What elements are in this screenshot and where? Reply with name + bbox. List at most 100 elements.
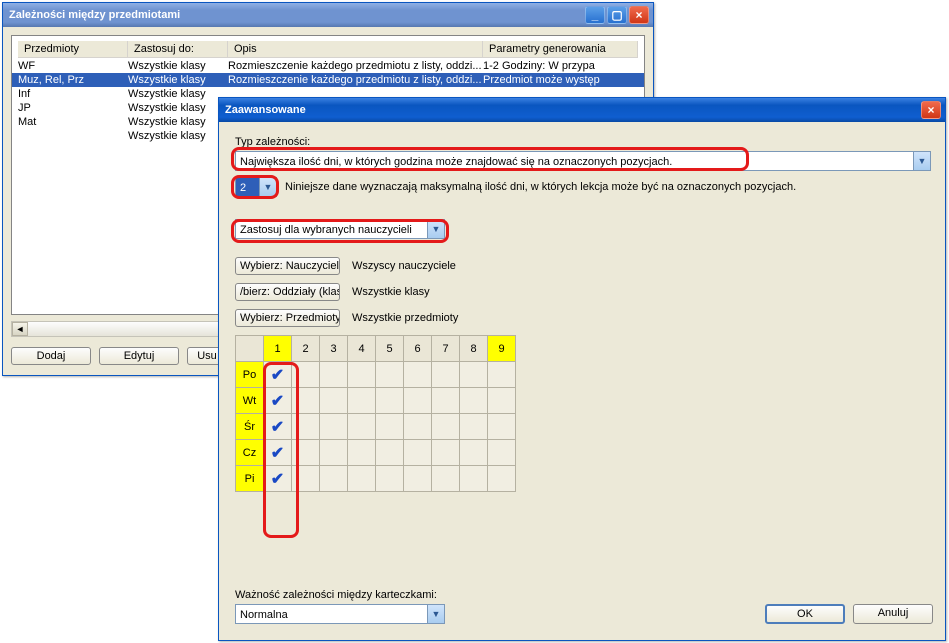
grid-cell[interactable]	[348, 414, 376, 440]
grid-cell[interactable]	[432, 440, 460, 466]
grid-cell[interactable]	[460, 440, 488, 466]
grid-cell[interactable]	[376, 414, 404, 440]
grid-day-header[interactable]: Śr	[236, 414, 264, 440]
grid-cell[interactable]	[404, 362, 432, 388]
schedule-grid[interactable]: 123456789 Po✔Wt✔Śr✔Cz✔Pi✔	[235, 335, 516, 492]
chevron-down-icon[interactable]: ▼	[259, 178, 276, 196]
grid-cell[interactable]	[376, 362, 404, 388]
chevron-down-icon[interactable]: ▼	[427, 605, 444, 623]
apply-combo[interactable]: Zastosuj dla wybranych nauczycieli ▼	[235, 219, 445, 239]
grid-cell[interactable]: ✔	[264, 388, 292, 414]
grid-col-header[interactable]: 8	[460, 336, 488, 362]
scroll-left-icon[interactable]: ◄	[12, 322, 28, 336]
grid-cell[interactable]	[404, 414, 432, 440]
count-combo[interactable]: 2 ▼	[235, 177, 277, 197]
grid-cell[interactable]	[460, 466, 488, 492]
grid-cell[interactable]	[320, 414, 348, 440]
grid-col-header[interactable]: 1	[264, 336, 292, 362]
grid-cell[interactable]	[348, 362, 376, 388]
grid-cell[interactable]	[320, 388, 348, 414]
grid-cell[interactable]	[320, 362, 348, 388]
grid-cell[interactable]	[292, 362, 320, 388]
grid-cell[interactable]	[376, 440, 404, 466]
grid-cell[interactable]	[432, 362, 460, 388]
grid-cell[interactable]	[376, 466, 404, 492]
chevron-down-icon[interactable]: ▼	[913, 152, 930, 170]
grid-cell[interactable]	[488, 388, 516, 414]
grid-cell[interactable]	[432, 388, 460, 414]
cell: Wszystkie klasy	[128, 130, 228, 142]
pick-button[interactable]: /bierz: Oddziały (klasy	[235, 283, 340, 301]
grid-col-header[interactable]: 6	[404, 336, 432, 362]
grid-col-header[interactable]: 3	[320, 336, 348, 362]
grid-cell[interactable]	[348, 388, 376, 414]
grid-cell[interactable]: ✔	[264, 466, 292, 492]
list-row[interactable]: Muz, Rel, PrzWszystkie klasyRozmieszczen…	[12, 73, 644, 87]
grid-cell[interactable]	[460, 414, 488, 440]
cell: Wszystkie klasy	[128, 88, 228, 100]
cell: Muz, Rel, Prz	[18, 74, 128, 86]
col-header[interactable]: Przedmioty	[18, 41, 128, 58]
grid-cell[interactable]	[292, 440, 320, 466]
col-header[interactable]: Zastosuj do:	[128, 41, 228, 58]
cell: Wszystkie klasy	[128, 116, 228, 128]
grid-cell[interactable]	[432, 466, 460, 492]
grid-col-header[interactable]: 2	[292, 336, 320, 362]
grid-day-header[interactable]: Cz	[236, 440, 264, 466]
grid-cell[interactable]	[320, 466, 348, 492]
minimize-button[interactable]: _	[585, 6, 605, 24]
grid-cell[interactable]	[348, 466, 376, 492]
cancel-button[interactable]: Anuluj	[853, 604, 933, 624]
importance-combo[interactable]: Normalna ▼	[235, 604, 445, 624]
grid-col-header[interactable]: 7	[432, 336, 460, 362]
maximize-button[interactable]: ▢	[607, 6, 627, 24]
titlebar[interactable]: Zależności między przedmiotami _ ▢ ×	[3, 3, 653, 27]
grid-cell[interactable]: ✔	[264, 362, 292, 388]
grid-cell[interactable]	[292, 466, 320, 492]
grid-cell[interactable]	[460, 362, 488, 388]
count-value: 2	[236, 178, 259, 196]
ok-button[interactable]: OK	[765, 604, 845, 624]
grid-cell[interactable]	[376, 388, 404, 414]
grid-cell[interactable]	[404, 466, 432, 492]
grid-cell[interactable]: ✔	[264, 440, 292, 466]
list-row[interactable]: WFWszystkie klasyRozmieszczenie każdego …	[12, 59, 644, 73]
pick-button[interactable]: Wybierz: Przedmioty /	[235, 309, 340, 327]
col-header[interactable]: Parametry generowania	[483, 41, 638, 58]
apply-value: Zastosuj dla wybranych nauczycieli	[236, 220, 427, 238]
cell: Przedmiot może występ	[483, 74, 638, 86]
grid-cell[interactable]	[348, 440, 376, 466]
grid-day-header[interactable]: Pi	[236, 466, 264, 492]
grid-cell[interactable]	[292, 414, 320, 440]
type-value: Największa ilość dni, w których godzina …	[236, 152, 913, 170]
grid-cell[interactable]	[488, 362, 516, 388]
list-header[interactable]: Przedmioty Zastosuj do: Opis Parametry g…	[12, 40, 644, 59]
titlebar[interactable]: Zaawansowane ×	[219, 98, 945, 122]
grid-col-header[interactable]: 9	[488, 336, 516, 362]
pick-button[interactable]: Wybierz: Nauczyciele /	[235, 257, 340, 275]
grid-cell[interactable]	[404, 388, 432, 414]
pick-value: Wszyscy nauczyciele	[352, 260, 456, 272]
grid-day-header[interactable]: Wt	[236, 388, 264, 414]
grid-cell[interactable]	[404, 440, 432, 466]
advanced-dialog: Zaawansowane × Typ zależności: Największ…	[218, 97, 946, 641]
edit-button[interactable]: Edytuj	[99, 347, 179, 365]
close-button[interactable]: ×	[921, 101, 941, 119]
add-button[interactable]: Dodaj	[11, 347, 91, 365]
grid-day-header[interactable]: Po	[236, 362, 264, 388]
grid-col-header[interactable]: 4	[348, 336, 376, 362]
grid-cell[interactable]	[432, 414, 460, 440]
grid-cell[interactable]	[320, 440, 348, 466]
grid-col-header[interactable]: 5	[376, 336, 404, 362]
type-combo[interactable]: Największa ilość dni, w których godzina …	[235, 151, 931, 171]
grid-cell[interactable]	[488, 466, 516, 492]
col-header[interactable]: Opis	[228, 41, 483, 58]
count-note: Niniejsze dane wyznaczają maksymalną ilo…	[285, 178, 796, 197]
grid-cell[interactable]	[460, 388, 488, 414]
grid-cell[interactable]	[488, 414, 516, 440]
chevron-down-icon[interactable]: ▼	[427, 220, 444, 238]
grid-cell[interactable]	[292, 388, 320, 414]
grid-cell[interactable]	[488, 440, 516, 466]
grid-cell[interactable]: ✔	[264, 414, 292, 440]
close-button[interactable]: ×	[629, 6, 649, 24]
